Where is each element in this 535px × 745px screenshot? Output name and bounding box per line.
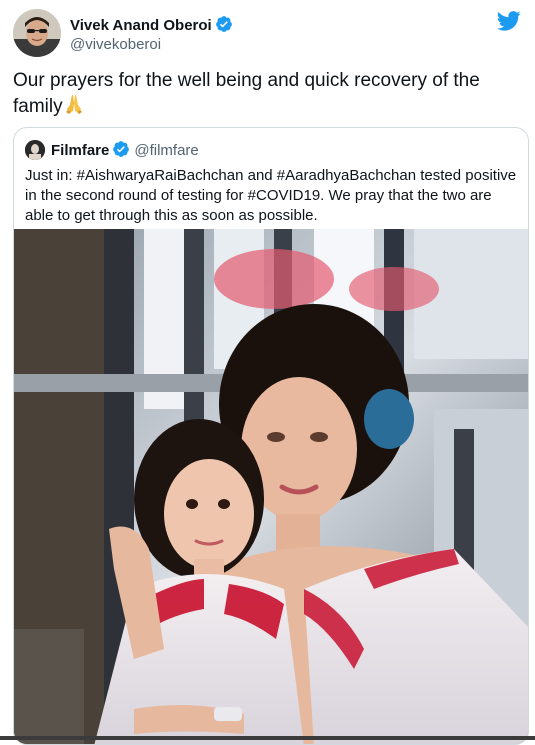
quoted-author-name[interactable]: Filmfare — [51, 142, 109, 159]
bottom-divider — [0, 736, 535, 740]
twitter-bird-icon[interactable] — [496, 11, 521, 36]
verified-badge-icon — [112, 140, 130, 162]
quoted-author-handle[interactable]: @filmfare — [134, 142, 198, 159]
quoted-tweet-photo[interactable] — [14, 229, 528, 744]
tweet-card: Vivek Anand Oberoi @vivekoberoi Our pray… — [0, 0, 535, 745]
author-name-text[interactable]: Vivek Anand Oberoi — [70, 17, 212, 34]
tweet-text: Our prayers for the well being and quick… — [13, 68, 518, 122]
author-name[interactable]: Vivek Anand Oberoi — [70, 15, 233, 37]
author-handle[interactable]: @vivekoberoi — [70, 36, 161, 53]
quoted-author[interactable]: Filmfare @filmfare — [51, 140, 199, 162]
quoted-author-avatar[interactable] — [25, 140, 45, 160]
quoted-tweet-text: Just in: #AishwaryaRaiBachchan and #Aara… — [25, 167, 517, 224]
quoted-tweet-card[interactable]: Filmfare @filmfare Just in: #AishwaryaRai… — [13, 127, 529, 745]
author-avatar[interactable] — [13, 9, 61, 57]
folded-hands-emoji-icon — [63, 93, 85, 122]
verified-badge-icon — [215, 15, 233, 37]
